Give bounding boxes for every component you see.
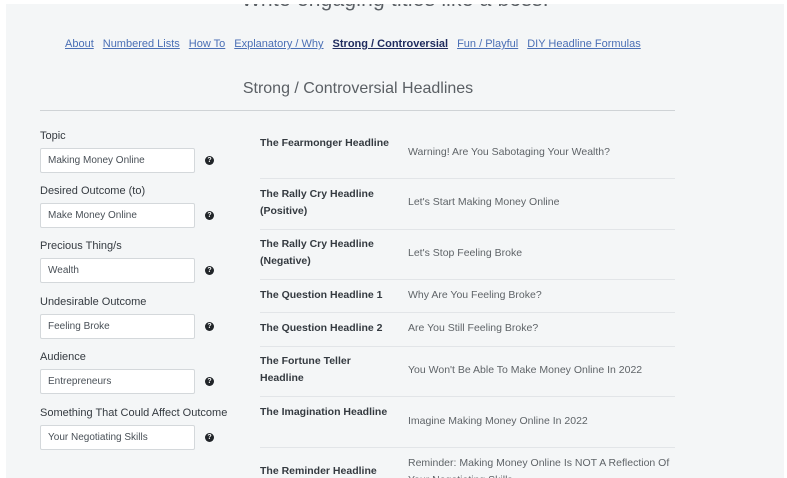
nav-link-fun-playful[interactable]: Fun / Playful — [457, 38, 518, 50]
headline-text[interactable]: Are You Still Feeling Broke? — [408, 320, 675, 337]
undesirable-outcome-label: Undesirable Outcome — [40, 296, 147, 308]
audience-input[interactable] — [40, 369, 195, 394]
section-divider — [40, 110, 675, 111]
topic-label: Topic — [40, 130, 66, 142]
headline-type: The Imagination Headline — [260, 406, 388, 418]
headline-text[interactable]: Imagine Making Money Online In 2022 — [408, 413, 675, 430]
headline-row: The Rally Cry Headline (Positive) Let's … — [260, 179, 675, 230]
headline-type: The Reminder Headline — [260, 465, 377, 477]
desired-outcome-input[interactable] — [40, 203, 195, 228]
audience-label: Audience — [40, 351, 86, 363]
headline-row: The Question Headline 2 Are You Still Fe… — [260, 313, 675, 347]
affecting-factor-help-icon[interactable]: ? — [205, 433, 214, 442]
desired-outcome-help-icon[interactable]: ? — [205, 211, 214, 220]
nav-link-diy-headline-formulas[interactable]: DIY Headline Formulas — [527, 38, 641, 50]
nav-link-strong-controversial[interactable]: Strong / Controversial — [333, 38, 449, 50]
category-nav: About Numbered Lists How To Explanatory … — [65, 38, 641, 50]
topic-input[interactable] — [40, 148, 195, 173]
hero-title: Write engaging titles like a boss! — [6, 4, 784, 12]
affecting-factor-label: Something That Could Affect Outcome — [40, 407, 228, 419]
nav-link-how-to[interactable]: How To — [189, 38, 225, 50]
nav-link-about[interactable]: About — [65, 38, 94, 50]
headline-text[interactable]: You Won't Be Able To Make Money Online I… — [408, 362, 675, 379]
headline-row: The Rally Cry Headline (Negative) Let's … — [260, 230, 675, 280]
undesirable-outcome-help-icon[interactable]: ? — [205, 322, 214, 331]
precious-thing-help-icon[interactable]: ? — [205, 266, 214, 275]
desired-outcome-label: Desired Outcome (to) — [40, 185, 146, 197]
headline-type: The Rally Cry Headline (Positive) — [260, 188, 374, 217]
audience-help-icon[interactable]: ? — [205, 377, 214, 386]
headline-type: The Fearmonger Headline — [260, 137, 389, 149]
headline-text[interactable]: Let's Start Making Money Online — [408, 194, 675, 211]
headline-row: The Fortune Teller Headline You Won't Be… — [260, 347, 675, 397]
headline-type: The Question Headline 2 — [260, 322, 383, 334]
affecting-factor-input[interactable] — [40, 425, 195, 450]
precious-thing-input[interactable] — [40, 258, 195, 283]
headline-type: The Fortune Teller Headline — [260, 355, 351, 384]
precious-thing-label: Precious Thing/s — [40, 240, 122, 252]
headline-text[interactable]: Why Are You Feeling Broke? — [408, 287, 675, 304]
undesirable-outcome-input[interactable] — [40, 314, 195, 339]
headline-text[interactable]: Let's Stop Feeling Broke — [408, 245, 675, 262]
headline-row: The Reminder Headline Reminder: Making M… — [260, 448, 675, 478]
nav-link-explanatory-why[interactable]: Explanatory / Why — [234, 38, 323, 50]
topic-help-icon[interactable]: ? — [205, 156, 214, 165]
headline-text[interactable]: Reminder: Making Money Online Is NOT A R… — [408, 455, 675, 478]
headline-type: The Rally Cry Headline (Negative) — [260, 238, 374, 267]
section-title: Strong / Controversial Headlines — [242, 80, 474, 97]
nav-link-numbered-lists[interactable]: Numbered Lists — [103, 38, 180, 50]
headline-row: The Fearmonger Headline Warning! Are You… — [260, 127, 675, 179]
headline-row: The Imagination Headline Imagine Making … — [260, 397, 675, 448]
page: Write engaging titles like a boss! About… — [6, 4, 784, 478]
headline-type: The Question Headline 1 — [260, 289, 383, 301]
headline-row: The Question Headline 1 Why Are You Feel… — [260, 280, 675, 313]
headline-text[interactable]: Warning! Are You Sabotaging Your Wealth? — [408, 144, 675, 161]
